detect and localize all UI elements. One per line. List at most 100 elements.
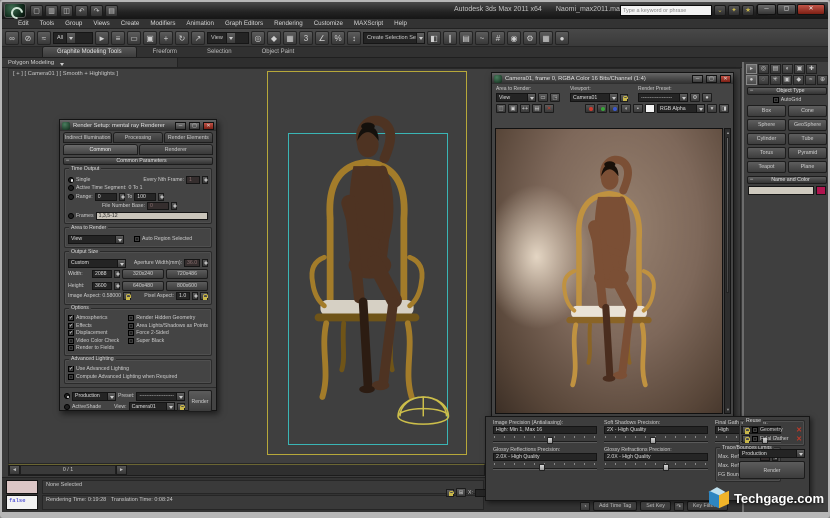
image-precision-slider[interactable] <box>493 435 597 444</box>
rfw-maximize-button[interactable]: ▢ <box>706 74 717 83</box>
create-tab-icon[interactable]: ▸ <box>746 64 757 74</box>
geometry-category-icon[interactable]: ● <box>746 75 757 85</box>
align-icon[interactable]: ∥ <box>443 30 457 45</box>
rfw-titlebar[interactable]: Camera01, frame 0, RGBA Color 16 Bits/Ch… <box>492 73 733 84</box>
menu-group[interactable]: Group <box>65 20 82 27</box>
mr-render-button[interactable]: Render <box>739 461 805 479</box>
open-file-icon[interactable]: ▥ <box>45 4 58 17</box>
menu-customize[interactable]: Customize <box>314 20 343 27</box>
object-button-teapot[interactable]: Teapot <box>747 161 786 173</box>
hierarchy-tab-icon[interactable]: ▤ <box>770 64 781 74</box>
channel-display-dropdown[interactable]: RGB Alpha <box>657 104 705 113</box>
rendered-frame-window-icon[interactable]: ▦ <box>539 30 553 45</box>
maximize-button[interactable]: ▢ <box>777 4 796 15</box>
menu-maxscript[interactable]: MAXScript <box>354 20 383 27</box>
named-selection-sets-field[interactable]: Create Selection Set <box>363 31 425 44</box>
object-button-geosphere[interactable]: GeoSphere <box>788 119 827 131</box>
res-800x600-button[interactable]: 800x600 <box>166 280 208 291</box>
res-320x240-button[interactable]: 320x240 <box>122 269 164 279</box>
object-type-rollout[interactable]: − Object Type <box>747 87 827 95</box>
auto-region-icon[interactable]: ◳ <box>550 93 560 102</box>
reuse-fg-lock-icon[interactable] <box>742 435 750 443</box>
area-to-render-dropdown[interactable]: View <box>68 234 124 244</box>
rfw-close-button[interactable]: ✕ <box>720 74 731 83</box>
previous-frame-icon[interactable]: ◄ <box>9 465 20 475</box>
range-radio[interactable] <box>68 193 74 200</box>
set-key-button[interactable]: Set Key <box>640 501 671 511</box>
blue-channel-icon[interactable] <box>609 104 619 113</box>
every-nth-field[interactable]: 1 <box>186 175 200 184</box>
ribbon-tab-graphite-modeling-tools[interactable]: Graphite Modeling Tools <box>42 46 137 57</box>
print-image-icon[interactable]: ▤ <box>532 104 542 113</box>
res-720x486-button[interactable]: 720x486 <box>166 269 208 279</box>
aperture-field[interactable]: 36.0 <box>184 259 200 267</box>
select-and-scale-icon[interactable]: ↗ <box>191 30 205 45</box>
output-size-dropdown[interactable]: Custom <box>68 258 126 268</box>
angle-snap-icon[interactable]: ∠ <box>315 30 329 45</box>
view-lock-icon[interactable] <box>177 402 185 411</box>
checkbox-video-color-check[interactable]: Video Color Check <box>68 337 128 344</box>
range-from-field[interactable]: 0 <box>94 192 117 201</box>
glossy-reflections-slider[interactable] <box>493 462 597 471</box>
rectangular-selection-region-icon[interactable]: ▭ <box>127 30 141 45</box>
rfw-area-dropdown[interactable]: View <box>496 93 536 102</box>
viewport-label[interactable]: [ + ] [ Camera01 ] [ Smooth + Highlights… <box>13 71 118 77</box>
shapes-category-icon[interactable]: ◌ <box>757 75 769 85</box>
clone-rendered-frame-icon[interactable]: ++ <box>520 104 530 113</box>
width-spinner[interactable] <box>114 270 120 278</box>
polygon-modeling-subtab[interactable]: Polygon Modeling <box>2 58 178 68</box>
absolute-mode-icon[interactable]: ⊞ <box>456 488 466 497</box>
reuse-geometry-checkbox[interactable]: Geometry <box>752 427 783 433</box>
object-button-pyramid[interactable]: Pyramid <box>788 147 827 159</box>
material-editor-icon[interactable]: ◉ <box>507 30 521 45</box>
checkbox-area-lights-shadows-as-points[interactable]: Area Lights/Shadows as Points <box>128 322 208 329</box>
minimize-button[interactable]: ─ <box>757 4 776 15</box>
height-field[interactable]: 3600 <box>92 281 112 290</box>
mr-mode-dropdown[interactable]: Production <box>739 449 805 458</box>
rfw-preset-dropdown[interactable]: ------------------ <box>638 93 688 102</box>
render-setup-tab-renderer[interactable]: Renderer <box>138 144 213 155</box>
time-slider-frame[interactable]: 0 / 1 <box>20 465 116 475</box>
range-to-spinner[interactable] <box>158 192 165 201</box>
maxscript-mini-listener[interactable]: false <box>6 495 38 510</box>
maxscript-mini-listener-macro[interactable] <box>6 480 38 494</box>
select-and-rotate-icon[interactable]: ↻ <box>175 30 189 45</box>
curve-editor-icon[interactable]: ~ <box>475 30 489 45</box>
rfw-render-setup-icon[interactable]: ⚙ <box>690 93 700 102</box>
glossy-refractions-slider[interactable] <box>604 462 708 471</box>
object-name-field[interactable] <box>748 186 814 195</box>
activeshade-radio[interactable] <box>64 403 70 410</box>
menu-animation[interactable]: Animation <box>186 20 214 27</box>
use-pivot-center-icon[interactable]: ◎ <box>251 30 265 45</box>
project-folder-icon[interactable]: ▤ <box>105 4 118 17</box>
object-button-torus[interactable]: Torus <box>747 147 786 159</box>
width-field[interactable]: 2088 <box>92 270 112 278</box>
ribbon-tab-selection[interactable]: Selection <box>193 47 246 57</box>
production-radio[interactable] <box>64 393 70 399</box>
checkbox-compute-advanced-lighting-when-required[interactable]: Compute Advanced Lighting when Required <box>68 373 208 380</box>
undo-icon[interactable]: ↶ <box>75 4 88 17</box>
file-number-spinner[interactable] <box>170 202 177 210</box>
image-aspect-lock-icon[interactable] <box>123 292 132 300</box>
menu-modifiers[interactable]: Modifiers <box>150 20 175 27</box>
common-parameters-rollout[interactable]: − Common Parameters <box>63 157 213 165</box>
menu-graph-editors[interactable]: Graph Editors <box>225 20 263 27</box>
select-object-icon[interactable]: ► <box>95 30 109 45</box>
select-and-manipulate-icon[interactable]: ◆ <box>267 30 281 45</box>
favorites-icon[interactable]: ★ <box>742 5 754 16</box>
monochrome-icon[interactable]: ▪ <box>633 104 643 113</box>
object-button-sphere[interactable]: Sphere <box>747 119 786 131</box>
every-nth-spinner[interactable] <box>202 175 208 184</box>
rfw-minimize-button[interactable]: ─ <box>692 74 703 83</box>
keyboard-shortcut-override-icon[interactable]: ▦ <box>283 30 297 45</box>
range-from-spinner[interactable] <box>118 192 125 201</box>
object-button-plane[interactable]: Plane <box>788 161 827 173</box>
pixel-aspect-spinner[interactable] <box>192 292 198 300</box>
reuse-fg-checkbox[interactable]: Final Gather <box>752 436 789 442</box>
rfw-scrollbar[interactable]: ▲ ▼ <box>724 128 731 414</box>
dialog-maximize-button[interactable]: ▢ <box>189 121 200 130</box>
save-file-icon[interactable]: ◫ <box>60 4 73 17</box>
select-and-link-icon[interactable]: ∞ <box>5 30 19 45</box>
dialog-close-button[interactable]: ✕ <box>203 121 214 130</box>
infocenter-search-input[interactable] <box>620 5 712 16</box>
